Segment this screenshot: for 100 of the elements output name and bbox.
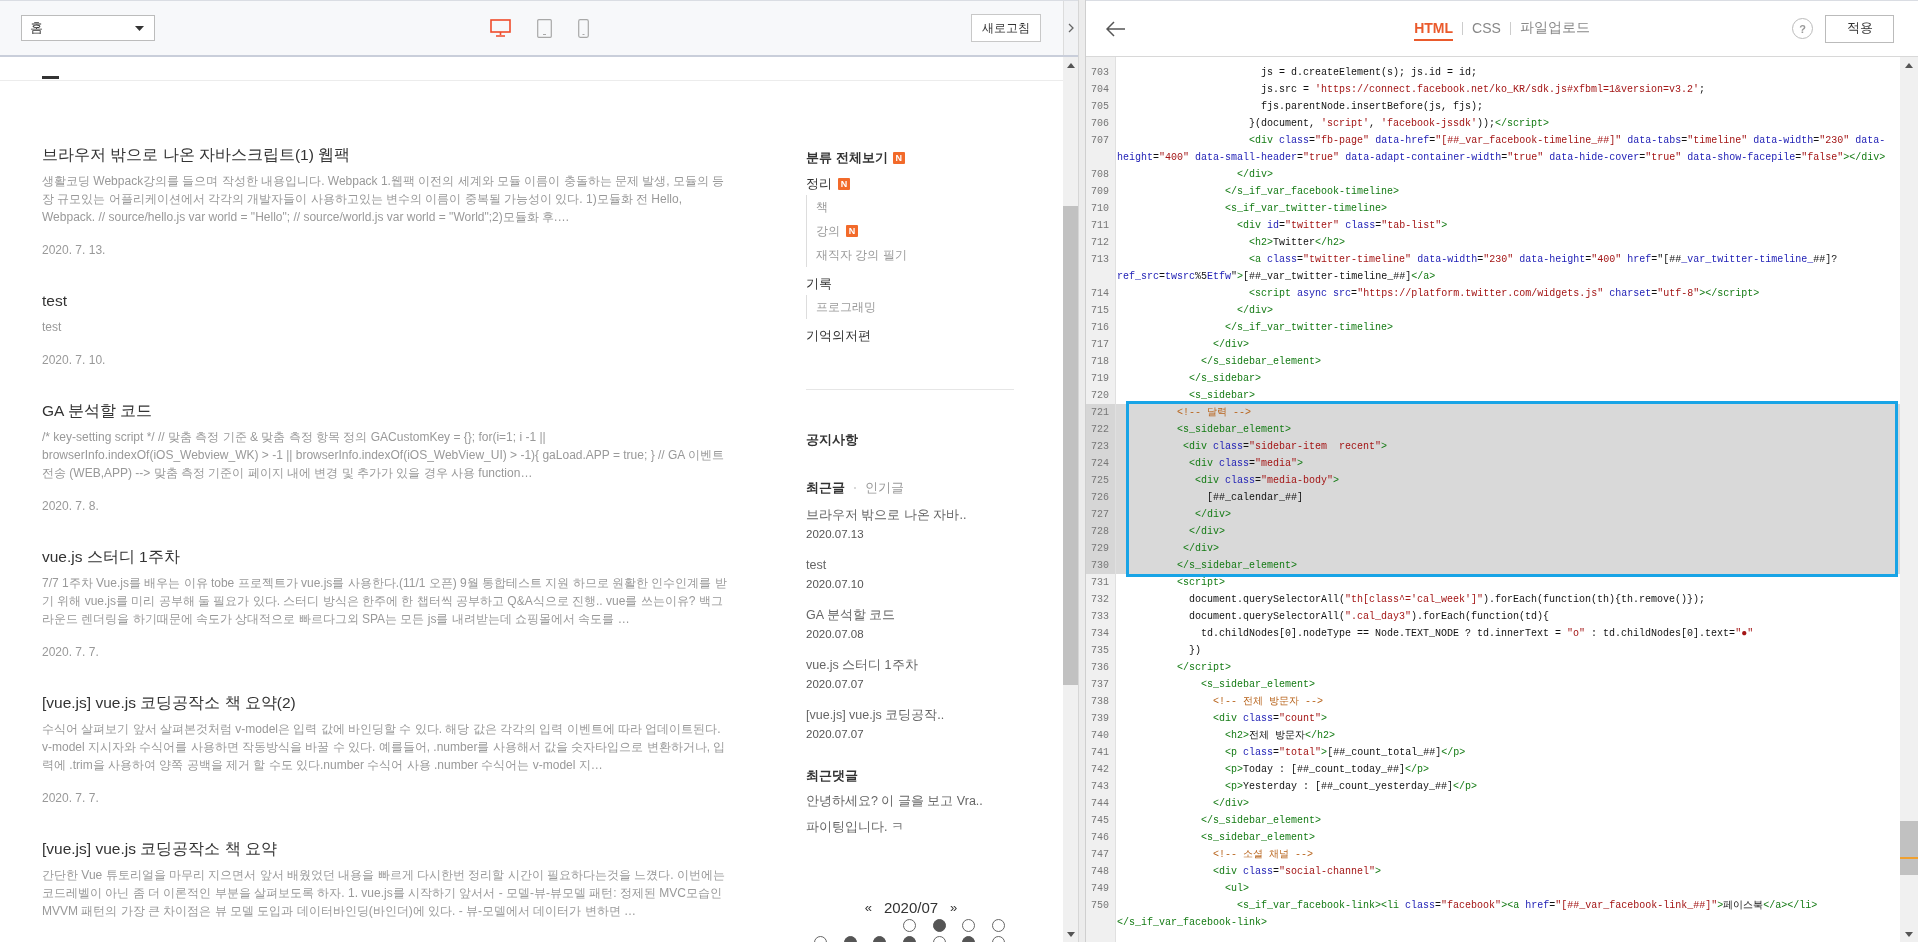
line-number: 727	[1086, 506, 1116, 523]
code-line: </s_sidebar>	[1188, 372, 1263, 386]
code-line: document.querySelectorAll("th[class^='cal_week']").forEach(function(th){th.remove()});	[1188, 593, 1707, 607]
line-number: 730	[1086, 557, 1116, 574]
code-line: </s_if_var_twitter-timeline>	[1224, 321, 1395, 335]
code-line: <!-- 소셜 채널 -->	[1212, 848, 1315, 862]
code-line: <s_if_var_twitter-timeline>	[1224, 202, 1389, 216]
recent-comment[interactable]: 안녕하세요? 이 글을 보고 Vra..	[806, 792, 1016, 810]
editor-tab[interactable]: 파일업로드	[1519, 16, 1590, 41]
post-excerpt: 수식어 살펴보기 앞서 살펴본것처럼 v-model은 입력 값에 바인딩할 수 있다. 해당 값은 각각의 입력 이벤트에 따라 업데이트된다. v-model 지시자와 수식어를 사용하면 작동방식을 바꿀 수 있다. 예를들어, .number를 사용해서 값을 숫자타입으로 변환하거나, 입력에 .trim을 사용하여 양쪽 공백을 제거 할 수도 있다.number 수식어 사용 .number 수식어는 v-model 지…	[42, 721, 727, 774]
new-badge: N	[892, 152, 905, 164]
code-line: <s_sidebar_element>	[1200, 678, 1317, 692]
code-line: <a class="twitter-timeline" data-width="230" data-height="400" href="[##_var_twitter-timeline_##]? ref_src=twsrc%5Etfw">[##_var_twitter-timeline_##]</a>	[1116, 253, 1839, 284]
scroll-down-icon[interactable]	[1905, 931, 1913, 937]
code-line: <h2>Twitter</h2>	[1248, 236, 1347, 250]
line-number: 728	[1086, 523, 1116, 540]
code-line: <div id="twitter" class="tab-list">	[1236, 219, 1449, 233]
recent-comment[interactable]: 파이팅입니다. ㅋ	[806, 818, 1016, 836]
scroll-down-icon[interactable]	[1066, 931, 1075, 937]
recent-post-title[interactable]: GA 분석할 코드	[806, 606, 1016, 624]
line-number: 721	[1086, 404, 1116, 421]
category-all-link[interactable]: 분류 전체보기	[806, 149, 888, 167]
device-view-button[interactable]	[489, 19, 511, 37]
category-item[interactable]: 정리	[806, 175, 832, 193]
notice-heading: 공지사항	[806, 431, 859, 449]
post-excerpt: /* key-setting script */ // 맞춤 측정 기준 & 맞춤 측정 항목 정의 GACustomKey = {}; for(i=1; i -1 || browserInfo.indexOf(iOS_Webview_WK) > -1 || browserInfo.indexOf(iOS_WebView_UI) > -1){ gaLoad.APP = true; } // GA 이벤트 전송 (WEB,APP) --> 맞춤 측정 기준이 페이지 내에 변경 및 추가가 있을 경우 사용 function…	[42, 429, 725, 482]
calendar-day-circle[interactable]	[991, 919, 1005, 932]
code-line: </div>	[1212, 797, 1251, 811]
post-title[interactable]: vue.js 스터디 1주차	[42, 546, 740, 568]
post-list-tab[interactable]: 최근글	[806, 479, 845, 497]
code-line: <div class="fb-page" data-href="[##_var_facebook-timeline_##]" data-tabs="timeline" data-width="230" data- height="400" data-small-header="true" data-adapt-container-width="true" data-hide-cover="true" data-show-facepile="false"></div>	[1116, 134, 1887, 165]
line-number: 725	[1086, 472, 1116, 489]
scroll-up-icon[interactable]	[1066, 62, 1075, 68]
new-badge: N	[846, 225, 858, 237]
header-dash	[42, 76, 59, 79]
line-number: 729	[1086, 540, 1116, 557]
apply-button[interactable]: 적용	[1825, 14, 1894, 43]
code-line: </div>	[1236, 168, 1275, 182]
post-title[interactable]: GA 분석할 코드	[42, 400, 740, 422]
line-number: 726	[1086, 489, 1116, 506]
post-excerpt: 간단한 Vue 튜토리얼을 마무리 지으면서 앞서 배웠었던 내용을 빠르게 다시한번 정리할 시간이 필요하다는것을 느꼈다. 이번에는 코드레벨이 아닌 좀 더 이론적인 부분을 살펴보도록 하자. 1. vue.js를 시작하기 앞서서 - 모델-뷰-뷰모델 패턴: 정제된 MVC모습인 MVVM 패턴의 가장 큰 차이점은 뷰 모델 도입과 데이터바인딩(바인더)에 있다. - 뷰-모델에서 데이터가 변하면 …	[42, 867, 726, 920]
recent-post-title[interactable]: 브라우저 밖으로 나온 자바..	[806, 506, 1016, 524]
code-line: <s_sidebar>	[1188, 389, 1257, 403]
post-excerpt: test	[42, 319, 63, 336]
category-item[interactable]: 기록	[806, 275, 832, 293]
post-excerpt: 7/7 1주차 Vue.js를 배우는 이유 tobe 프로젝트가 vue.js를 사용한다.(11/1 오픈) 9월 통합테스트 지원 하므로 원활한 인수인계를 받기 위해 vue.js를 미리 공부해 둘 필요가 있다. 스터디 방식은 한주에 한 챕터씩 공부하고 Q&A식으로 진행.. vue를 쓰는이유? 백그라운드 렌더링을 하기때문에 속도가 상대적으로 빠르다그외 SPA는 모든 js를 내려받는데 쇼핑몰에서 속도를 …	[42, 575, 728, 628]
code-line: <p>Yesterday : [##_count_yesterday_##]</p>	[1224, 780, 1479, 794]
back-button[interactable]	[1106, 20, 1128, 37]
code-line: </div>	[1236, 304, 1275, 318]
next-month-link[interactable]: »	[950, 899, 958, 915]
recent-post-title[interactable]: [vue.js] vue.js 코딩공작..	[806, 706, 1016, 724]
post-title[interactable]: 브라우저 밖으로 나온 자바스크립트(1) 웹팩	[42, 144, 740, 166]
recent-post-date: 2020.07.10	[806, 577, 865, 592]
previous-month-link[interactable]: «	[864, 899, 872, 915]
chevron-right-icon	[1068, 23, 1074, 33]
arrow-left-icon	[1106, 20, 1126, 37]
scroll-up-icon[interactable]	[1905, 62, 1913, 68]
code-line: <ul>	[1224, 882, 1251, 896]
post-date: 2020. 7. 10.	[42, 353, 107, 367]
code-line: </div>	[1212, 338, 1251, 352]
post-excerpt: 생활코딩 Webpack강의를 들으며 작성한 내용입니다. Webpack 1.웹팩 이전의 세계와 모듈 이름이 충돌하는 문제 발생, 모듈의 등장 규모있는 어플리케이션에서 각각의 개발자들이 사용하고있는 변수의 이름이 중복될 가능성이 있다. 1)모듈화 전 Hello, Webpack. // source/hello.js var world = "Hello"; // source/world.js var world = "World";2)모듈화 후.…	[42, 173, 726, 226]
code-line: td.childNodes[0].nodeType == Node.TEXT_NODE ? td.innerText = "o" : td.childNodes[0].text="●"	[1200, 627, 1755, 641]
calendar-day-circle[interactable]	[932, 919, 946, 932]
post-date: 2020. 7. 13.	[42, 243, 107, 257]
code-line: <!-- 전체 방문자 -->	[1212, 695, 1325, 709]
post-date: 2020. 7. 7.	[42, 645, 100, 659]
page-select[interactable]: 홈	[21, 15, 155, 41]
calendar-day-circle[interactable]	[903, 919, 917, 932]
post-date: 2020. 7. 7.	[42, 791, 100, 805]
post-title[interactable]: [vue.js] vue.js 코딩공작소 책 요약(2)	[42, 692, 740, 714]
phone-icon	[577, 18, 589, 38]
scrollbar[interactable]	[1063, 57, 1078, 942]
code-line: js = d.createElement(s); js.id = id;	[1260, 66, 1479, 80]
new-badge: N	[838, 178, 850, 190]
comments-heading: 최근댓글	[806, 767, 859, 785]
code-line: <h2>전체 방문자</h2>	[1224, 729, 1337, 743]
post-title[interactable]: [vue.js] vue.js 코딩공작소 책 요약	[42, 838, 740, 860]
post-title[interactable]: test	[42, 290, 740, 312]
code-line: <p>Today : [##_count_today_##]</p>	[1224, 763, 1431, 777]
recent-post-date: 2020.07.13	[806, 527, 865, 542]
code-line: </script>	[1176, 661, 1233, 675]
code-line: <s_if_var_facebook-link><li class="facebook"><a href="[##_var_facebook-link_##]">페이스북</a></li> </s_if_var_facebook-link>	[1116, 899, 1819, 930]
calendar-day-circle[interactable]	[962, 919, 976, 932]
recent-post-date: 2020.07.07	[806, 677, 865, 692]
recent-post-title[interactable]: vue.js 스터디 1주차	[806, 656, 1016, 674]
refresh-button[interactable]: 새로고침	[971, 14, 1041, 42]
code-line: <script>	[1176, 576, 1227, 590]
code-line: </s_if_var_facebook-timeline>	[1224, 185, 1401, 199]
editor-tab[interactable]: CSS	[1472, 16, 1501, 41]
monitor-icon	[489, 19, 511, 37]
recent-post-title[interactable]: test	[806, 556, 1016, 574]
calendar-month: 2020/07	[883, 898, 939, 916]
code-line: </s_sidebar_element>	[1200, 355, 1323, 369]
post-date: 2020. 7. 8.	[42, 499, 100, 513]
code-line: </s_sidebar_element>	[1200, 814, 1323, 828]
code-line: })	[1188, 644, 1202, 658]
scrollbar[interactable]	[1900, 57, 1918, 942]
category-item[interactable]: 기억의저편	[806, 327, 871, 345]
editor-tab[interactable]: HTML	[1414, 16, 1454, 41]
tablet-icon	[536, 18, 552, 38]
